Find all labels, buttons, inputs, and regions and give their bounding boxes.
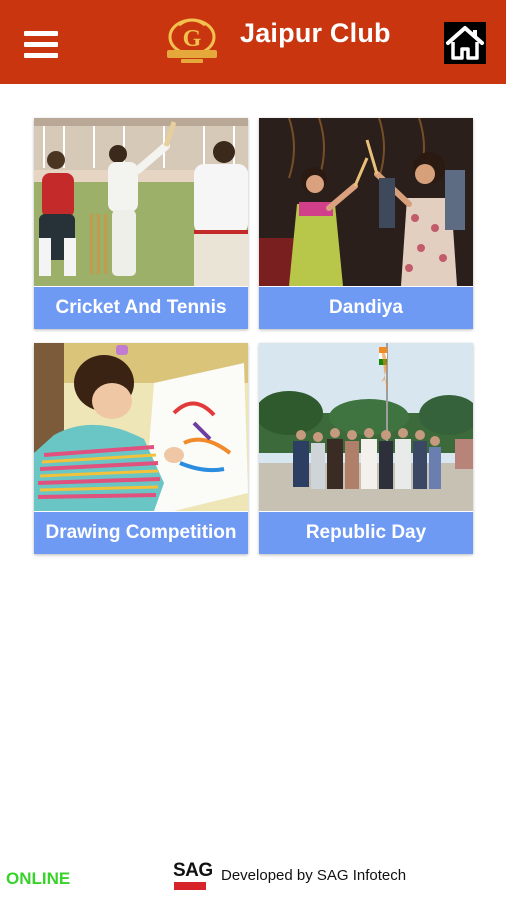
- sag-brand-text: SAG: [173, 860, 213, 881]
- developer-credit: Developed by SAG Infotech: [221, 867, 407, 884]
- svg-text:G: G: [183, 26, 202, 52]
- republic-day-flag-photo: [259, 343, 473, 511]
- dandiya-dance-photo: [259, 118, 473, 286]
- tile-republic-day[interactable]: Republic Day: [259, 343, 473, 554]
- tile-label: Republic Day: [259, 512, 473, 554]
- app-header: G Jaipur Club: [0, 0, 506, 84]
- tile-drawing-competition[interactable]: Drawing Competition: [34, 343, 248, 554]
- sag-logo-bar: [174, 882, 206, 890]
- hamburger-menu-icon[interactable]: [24, 30, 60, 60]
- jaipur-club-logo: G: [161, 11, 223, 66]
- connection-status: ONLINE: [6, 869, 71, 888]
- child-drawing-photo: [34, 343, 248, 511]
- home-icon[interactable]: [444, 22, 486, 64]
- tile-cricket-and-tennis[interactable]: Cricket And Tennis: [34, 118, 248, 329]
- sag-logo: SAG: [173, 860, 213, 892]
- cricket-match-photo: [34, 118, 248, 286]
- tile-label: Dandiya: [259, 287, 473, 329]
- tile-label: Cricket And Tennis: [34, 287, 248, 329]
- app-title: Jaipur Club: [240, 18, 391, 48]
- tile-dandiya[interactable]: Dandiya: [259, 118, 473, 329]
- app-screen: G Jaipur Club Cricket And Tennis Dandiya…: [0, 0, 506, 900]
- tile-label: Drawing Competition: [34, 512, 248, 554]
